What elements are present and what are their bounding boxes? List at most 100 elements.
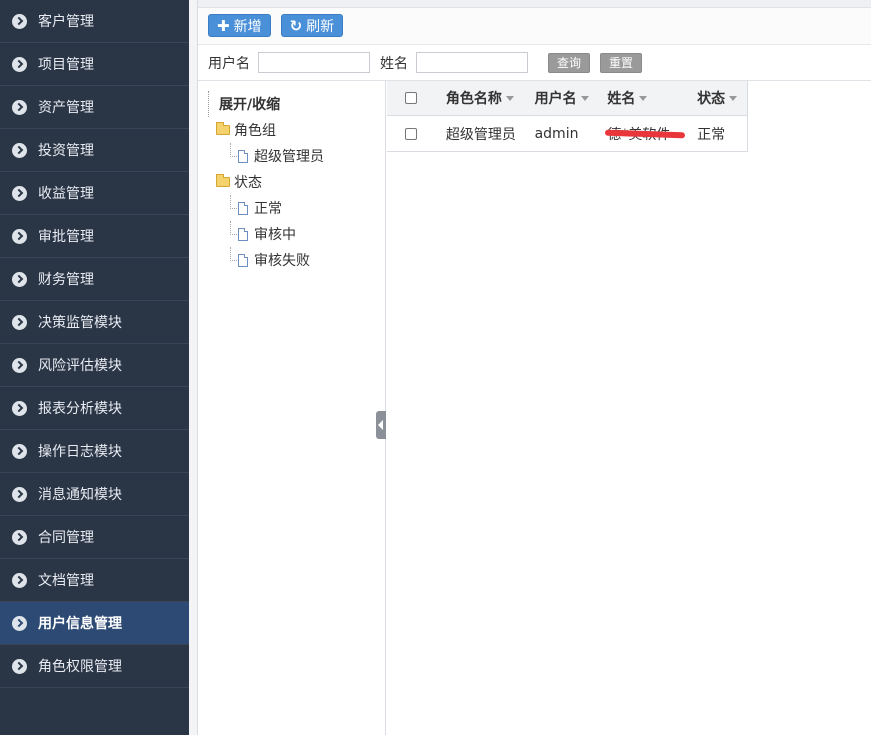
sidebar-item-label: 决策监管模块	[38, 315, 122, 331]
username-label: 用户名	[208, 55, 250, 72]
sidebar-item-investment[interactable]: 投资管理	[0, 129, 189, 172]
chevron-right-circle-icon	[12, 443, 27, 459]
sidebar-item-user-info[interactable]: 用户信息管理	[0, 602, 189, 645]
tree-toggle-all[interactable]: 展开/收缩	[208, 91, 385, 117]
sidebar: 客户管理 项目管理 资产管理 投资管理 收益管理 审批管理 财务管理 决策监管模…	[0, 0, 189, 735]
sidebar-item-oplog[interactable]: 操作日志模块	[0, 430, 189, 473]
sidebar-item-role-permission[interactable]: 角色权限管理	[0, 645, 189, 688]
chevron-right-circle-icon	[12, 142, 27, 158]
chevron-right-circle-icon	[12, 529, 27, 545]
table-row[interactable]: 超级管理员 admin 德*美软件 正常	[387, 116, 747, 151]
sidebar-item-label: 收益管理	[38, 186, 94, 202]
row-checkbox[interactable]	[404, 127, 417, 140]
sidebar-item-label: 文档管理	[38, 573, 94, 589]
sidebar-item-income[interactable]: 收益管理	[0, 172, 189, 215]
column-header-role[interactable]: 角色名称	[435, 81, 524, 115]
cell-status: 正常	[697, 126, 726, 143]
sidebar-item-label: 资产管理	[38, 100, 94, 116]
user-table: 角色名称 用户名 姓名 状态 超级管理员 admin 德*美软件 正常	[387, 81, 748, 152]
row-checkbox-cell[interactable]	[387, 116, 435, 151]
sidebar-item-approval[interactable]: 审批管理	[0, 215, 189, 258]
sidebar-item-label: 操作日志模块	[38, 444, 122, 460]
sidebar-item-label: 风险评估模块	[38, 358, 122, 374]
search-bar: 用户名 姓名 查询 重置	[198, 45, 871, 81]
collapse-panel-handle[interactable]	[376, 411, 386, 439]
sidebar-item-finance[interactable]: 财务管理	[0, 258, 189, 301]
chevron-right-circle-icon	[12, 314, 27, 330]
select-all-checkbox-cell[interactable]	[387, 81, 435, 115]
layout-gutter	[189, 0, 198, 735]
sidebar-item-label: 用户信息管理	[38, 616, 122, 632]
tree-node-role-group[interactable]: 角色组	[208, 117, 385, 143]
query-button[interactable]: 查询	[548, 52, 591, 73]
table-header: 角色名称 用户名 姓名 状态	[387, 81, 747, 116]
tree-node-super-admin[interactable]: 超级管理员	[208, 143, 385, 169]
sidebar-item-label: 角色权限管理	[38, 659, 122, 675]
sidebar-item-label: 审批管理	[38, 229, 94, 245]
chevron-right-circle-icon	[12, 228, 27, 244]
sidebar-item-label: 投资管理	[38, 143, 94, 159]
sidebar-item-label: 财务管理	[38, 272, 94, 288]
sidebar-item-label: 客户管理	[38, 14, 94, 30]
chevron-right-circle-icon	[12, 56, 27, 72]
sidebar-item-label: 消息通知模块	[38, 487, 122, 503]
refresh-button[interactable]: ↻ 刷新	[280, 14, 344, 37]
sidebar-item-project[interactable]: 项目管理	[0, 43, 189, 86]
name-input[interactable]	[416, 52, 528, 73]
select-all-checkbox[interactable]	[404, 92, 417, 104]
chevron-right-circle-icon	[12, 486, 27, 502]
sidebar-item-risk[interactable]: 风险评估模块	[0, 344, 189, 387]
tree-node-review-failed[interactable]: 审核失败	[208, 247, 385, 273]
sidebar-item-label: 报表分析模块	[38, 401, 122, 417]
file-icon	[238, 253, 248, 267]
sidebar-item-decision[interactable]: 决策监管模块	[0, 301, 189, 344]
tree-node-status[interactable]: 状态	[208, 169, 385, 195]
file-icon	[238, 201, 248, 215]
chevron-right-circle-icon	[12, 185, 27, 201]
sidebar-item-customer[interactable]: 客户管理	[0, 0, 189, 43]
sidebar-item-document[interactable]: 文档管理	[0, 559, 189, 602]
sort-caret-icon	[580, 95, 589, 101]
sidebar-item-message[interactable]: 消息通知模块	[0, 473, 189, 516]
toolbar: ✚ 新增 ↻ 刷新	[198, 8, 871, 45]
sidebar-item-label: 项目管理	[38, 57, 94, 73]
sidebar-item-asset[interactable]: 资产管理	[0, 86, 189, 129]
content-area: 展开/收缩 角色组 超级管理员 状态 正常 审核中 审核失败 角色名称 用户名 …	[198, 81, 871, 735]
cell-name: 德*美软件	[596, 116, 686, 151]
reset-button[interactable]: 重置	[600, 52, 643, 73]
sidebar-item-report[interactable]: 报表分析模块	[0, 387, 189, 430]
chevron-right-circle-icon	[12, 99, 27, 115]
main-panel: ✚ 新增 ↻ 刷新 用户名 姓名 查询 重置 展开/收缩 角色组 超级管理员 状态	[198, 0, 871, 735]
refresh-icon: ↻	[289, 16, 303, 35]
tree-node-normal[interactable]: 正常	[208, 195, 385, 221]
sort-caret-icon	[639, 95, 648, 101]
column-header-status[interactable]: 状态	[686, 81, 747, 115]
folder-icon	[216, 174, 230, 187]
sidebar-item-contract[interactable]: 合同管理	[0, 516, 189, 559]
chevron-right-circle-icon	[12, 271, 27, 287]
chevron-right-circle-icon	[12, 572, 27, 588]
folder-icon	[216, 122, 230, 135]
chevron-right-circle-icon	[12, 357, 27, 373]
tree-node-reviewing[interactable]: 审核中	[208, 221, 385, 247]
chevron-right-circle-icon	[12, 13, 27, 29]
add-button[interactable]: ✚ 新增	[208, 14, 271, 37]
column-header-username[interactable]: 用户名	[524, 81, 597, 115]
chevron-right-circle-icon	[12, 615, 27, 631]
sort-caret-icon	[729, 95, 738, 101]
top-strip	[198, 0, 871, 8]
sidebar-item-label: 合同管理	[38, 530, 94, 546]
file-icon	[238, 149, 248, 163]
chevron-right-circle-icon	[12, 658, 27, 674]
cell-username: admin	[534, 125, 579, 142]
username-input[interactable]	[258, 52, 370, 73]
tree-panel: 展开/收缩 角色组 超级管理员 状态 正常 审核中 审核失败	[198, 81, 386, 735]
file-icon	[238, 227, 248, 241]
plus-icon: ✚	[217, 16, 230, 35]
chevron-right-circle-icon	[12, 400, 27, 416]
sort-caret-icon	[505, 95, 514, 101]
column-header-name[interactable]: 姓名	[596, 81, 686, 115]
redacted-name: 德*美软件	[607, 124, 670, 144]
cell-role: 超级管理员	[445, 126, 516, 143]
name-label: 姓名	[380, 55, 408, 72]
